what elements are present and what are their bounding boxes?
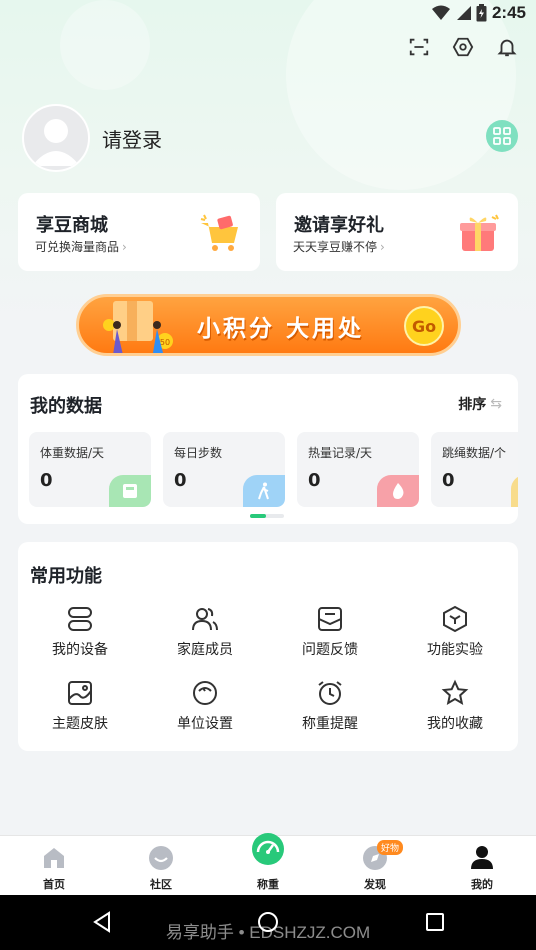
points-banner[interactable]: 50 小积分 大用处 Go [76, 294, 461, 356]
nav-home[interactable]: 首页 [14, 836, 94, 896]
decor-circle [286, 0, 516, 190]
stat-tile-steps[interactable]: 每日步数 0 [163, 432, 285, 507]
alarm-icon [318, 681, 342, 705]
flame-icon [377, 475, 419, 507]
bell-icon[interactable] [496, 36, 518, 58]
walking-icon [243, 475, 285, 507]
nav-badge: 好物 [377, 840, 404, 855]
jump-rope-icon [511, 475, 518, 507]
home-icon [44, 848, 64, 868]
stat-tile-weight[interactable]: 体重数据/天 0 [29, 432, 151, 507]
my-data-card: 我的数据 排序 ⇆ 体重数据/天 0 每日步数 0 热量记录/天 0 跳绳数据/… [18, 374, 518, 524]
gift-icon [460, 214, 499, 251]
stat-label: 每日步数 [174, 446, 223, 460]
promo-title: 享豆商城 [36, 215, 108, 236]
banner-text: 小积分 大用处 [197, 316, 365, 342]
stat-label: 体重数据/天 [40, 446, 105, 460]
nav-community[interactable]: 社区 [121, 836, 201, 896]
sort-label: 排序 [458, 397, 487, 413]
nav-label: 首页 [43, 878, 65, 891]
stat-value: 0 [308, 470, 321, 491]
stat-value: 0 [174, 470, 187, 491]
func-weigh-reminder[interactable]: 称重提醒 [280, 679, 380, 739]
stat-tile-rope[interactable]: 跳绳数据/个 0 [431, 432, 518, 507]
feedback-icon [318, 607, 342, 631]
common-functions-card: 常用功能 我的设备 家庭成员 问题反馈 功能实验 主题皮肤 单位设置 称重提醒 … [18, 542, 518, 751]
func-experiment[interactable]: 功能实验 [405, 605, 505, 665]
community-icon [149, 846, 173, 870]
func-label: 功能实验 [427, 642, 483, 658]
settings-icon[interactable] [452, 36, 474, 58]
common-functions-title: 常用功能 [30, 566, 102, 587]
scan-icon[interactable] [408, 36, 430, 58]
status-bar: 2:45 [0, 0, 536, 26]
scroll-indicator [250, 514, 284, 518]
bottom-nav: 首页 社区 称重 好物 发现 我的 [0, 833, 536, 896]
func-theme[interactable]: 主题皮肤 [30, 679, 130, 739]
stat-label: 热量记录/天 [308, 446, 373, 460]
swap-icon: ⇆ [490, 396, 502, 412]
promo-subtitle: 天天享豆赚不停 › [293, 240, 385, 254]
func-label: 我的收藏 [427, 716, 483, 732]
shopping-cart-icon [200, 214, 238, 251]
device-icon [68, 607, 92, 631]
nav-discover[interactable]: 好物 发现 [335, 836, 415, 896]
scale-icon [252, 833, 284, 865]
experiment-icon [443, 605, 467, 633]
promo-card-mall[interactable]: 享豆商城 可兑换海量商品 › [18, 193, 260, 271]
star-icon [441, 679, 469, 706]
func-label: 我的设备 [52, 642, 108, 658]
stat-value: 0 [442, 470, 455, 491]
login-text[interactable]: 请登录 [102, 124, 162, 153]
family-icon [192, 608, 218, 631]
nav-profile[interactable]: 我的 [442, 836, 522, 896]
banner-illustration: 50 [103, 301, 173, 353]
nav-label: 我的 [471, 878, 493, 891]
stat-label: 跳绳数据/个 [442, 446, 507, 460]
status-time: 2:45 [491, 3, 526, 22]
nav-label: 称重 [257, 878, 279, 891]
func-label: 单位设置 [177, 716, 233, 732]
wifi-icon [431, 5, 450, 20]
profile-icon [471, 846, 493, 869]
promo-title: 邀请享好礼 [294, 215, 384, 236]
stat-value: 0 [40, 470, 53, 491]
top-actions [408, 36, 518, 58]
qr-code-button[interactable] [486, 120, 518, 152]
func-label: 家庭成员 [177, 642, 233, 658]
my-data-title: 我的数据 [30, 396, 102, 417]
banner-coin-number: 50 [160, 338, 170, 347]
promo-subtitle: 可兑换海量商品 › [35, 240, 127, 254]
avatar[interactable] [22, 104, 90, 172]
func-my-devices[interactable]: 我的设备 [30, 605, 130, 665]
watermark: 易享助手 • EDSHZJZ.COM [165, 923, 371, 942]
nav-label: 发现 [364, 878, 386, 891]
battery-icon [476, 4, 487, 22]
theme-icon [68, 681, 92, 705]
default-avatar-icon [32, 119, 80, 166]
unit-icon [193, 681, 217, 705]
nav-weigh[interactable]: 称重 [228, 833, 308, 896]
func-label: 主题皮肤 [52, 716, 108, 732]
func-feedback[interactable]: 问题反馈 [280, 605, 380, 665]
func-label: 问题反馈 [302, 642, 358, 658]
stat-tile-calories[interactable]: 热量记录/天 0 [297, 432, 419, 507]
promo-card-invite[interactable]: 邀请享好礼 天天享豆赚不停 › [276, 193, 518, 271]
nav-label: 社区 [150, 878, 172, 891]
sort-button[interactable]: 排序 ⇆ [458, 394, 502, 414]
grid-icon [493, 127, 511, 145]
func-family-members[interactable]: 家庭成员 [155, 605, 255, 665]
signal-icon [456, 6, 471, 20]
func-unit-settings[interactable]: 单位设置 [155, 679, 255, 739]
func-favorites[interactable]: 我的收藏 [405, 679, 505, 739]
func-label: 称重提醒 [302, 716, 358, 732]
banner-go-button[interactable]: Go [404, 306, 444, 346]
scale-icon [109, 475, 151, 507]
